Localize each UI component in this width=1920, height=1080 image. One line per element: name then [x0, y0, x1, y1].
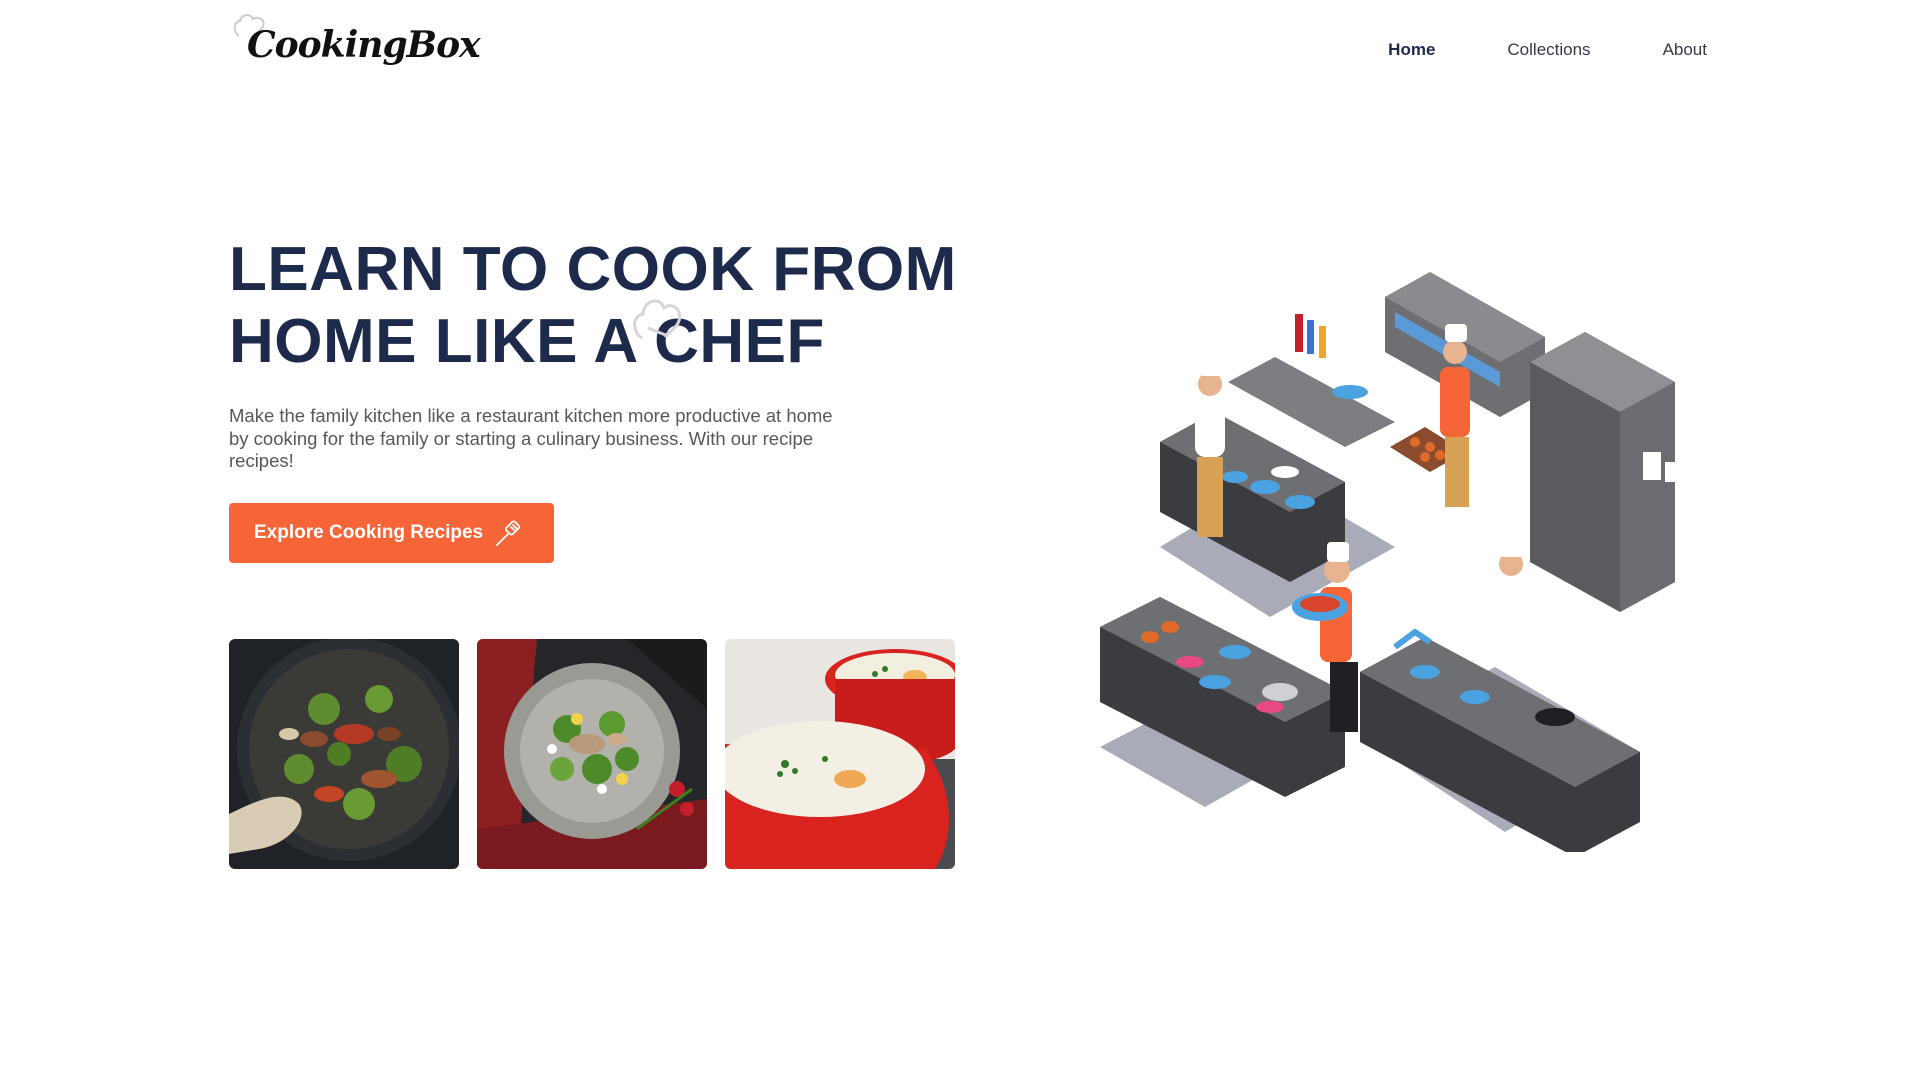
nav-collections[interactable]: Collections [1507, 40, 1590, 60]
main-nav: Home Collections About [1388, 40, 1707, 60]
tuna-salad-plate-photo[interactable] [477, 639, 707, 869]
hero-description: Make the family kitchen like a restauran… [229, 405, 833, 471]
soup-red-bowls-photo[interactable] [725, 639, 955, 869]
hero-title: LEARN TO COOK FROM HOME LIKE A CHEF [229, 235, 957, 376]
food-gallery [229, 639, 955, 869]
explore-recipes-button[interactable]: Explore Cooking Recipes [229, 503, 554, 563]
chef-hat-icon [633, 299, 682, 340]
nav-about[interactable]: About [1663, 40, 1707, 60]
explore-recipes-label: Explore Cooking Recipes [254, 522, 484, 543]
kitchen-chefs-illustration [1095, 252, 1710, 852]
nav-home[interactable]: Home [1388, 40, 1435, 60]
brand-name: CookingBox [247, 24, 481, 66]
spatula-icon [496, 520, 521, 546]
brand-logo[interactable]: CookingBox [231, 8, 481, 78]
stir-fry-pan-photo[interactable] [229, 639, 459, 869]
